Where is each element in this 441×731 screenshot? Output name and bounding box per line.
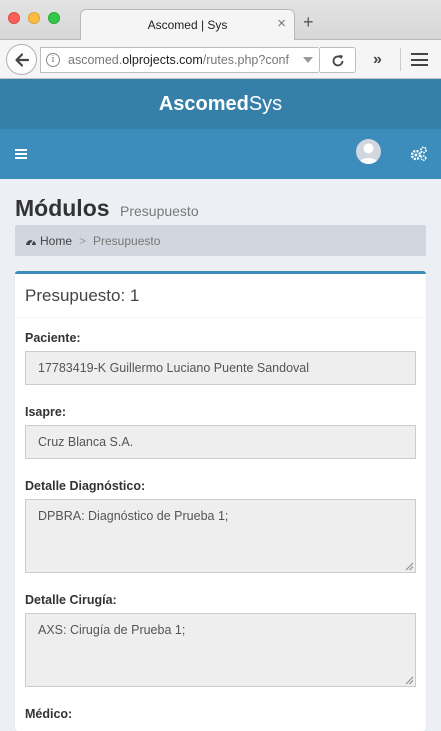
toolbar-divider [400,48,401,71]
reload-button[interactable] [320,47,356,73]
box-divider [15,317,426,318]
page-subtitle: Presupuesto [120,203,199,219]
overflow-chevron-icon[interactable]: » [373,51,382,69]
browser-chrome: Ascomed | Sys × + i ascomed.olprojects.c… [0,0,441,79]
url-dropdown-icon[interactable] [303,57,313,63]
user-icon [359,143,378,164]
arrow-left-icon [15,53,30,67]
user-avatar[interactable] [356,139,381,164]
breadcrumb-home[interactable]: Home [25,234,72,248]
gears-icon[interactable] [410,146,428,162]
doctor-label: Médico: [25,707,73,721]
tab-close-icon[interactable]: × [277,16,286,32]
patient-field[interactable]: 17783419-K Guillermo Luciano Puente Sand… [25,351,416,385]
page-title: Módulos [15,195,110,221]
diagnosis-textarea[interactable]: DPBRA: Diagnóstico de Prueba 1; [25,499,416,573]
new-tab-button[interactable]: + [303,13,314,31]
url-text[interactable]: ascomed.olprojects.com/rutes.php?conf [68,53,298,67]
tab-title: Ascomed | Sys [147,18,228,32]
reload-icon [332,54,344,67]
budget-box: Presupuesto: 1 Paciente: 17783419-K Guil… [15,271,426,731]
breadcrumb: Home > Presupuesto [15,225,426,256]
patient-label: Paciente: [25,331,81,345]
dashboard-icon [26,239,36,246]
content-header: Módulos Presupuesto [15,195,426,222]
breadcrumb-current: Presupuesto [93,234,161,248]
surgery-label: Detalle Cirugía: [25,593,117,607]
close-window-button[interactable] [8,12,20,24]
diagnosis-label: Detalle Diagnóstico: [25,479,146,493]
isapre-label: Isapre: [25,405,66,419]
maximize-window-button[interactable] [48,12,60,24]
diagnosis-text: DPBRA: Diagnóstico de Prueba 1; [38,509,229,523]
info-icon[interactable]: i [46,53,60,67]
tab-strip: Ascomed | Sys × + [0,0,441,41]
resize-handle-icon[interactable] [404,561,414,571]
breadcrumb-separator: > [79,234,87,248]
surgery-textarea[interactable]: AXS: Cirugía de Prueba 1; [25,613,416,687]
url-bar[interactable]: i ascomed.olprojects.com/rutes.php?conf [40,47,320,73]
browser-tab[interactable]: Ascomed | Sys × [80,9,295,41]
back-button[interactable] [6,44,37,75]
box-title: Presupuesto: 1 [25,286,140,305]
browser-toolbar: i ascomed.olprojects.com/rutes.php?conf … [0,40,441,79]
minimize-window-button[interactable] [28,12,40,24]
app-logo[interactable]: AscomedSys [0,93,441,116]
isapre-field[interactable]: Cruz Blanca S.A. [25,425,416,459]
surgery-text: AXS: Cirugía de Prueba 1; [38,623,186,637]
sidebar-toggle-icon[interactable] [15,149,27,159]
browser-menu-icon[interactable] [411,53,428,66]
app-logo-bar: AscomedSys [0,79,441,129]
resize-handle-icon[interactable] [404,675,414,685]
